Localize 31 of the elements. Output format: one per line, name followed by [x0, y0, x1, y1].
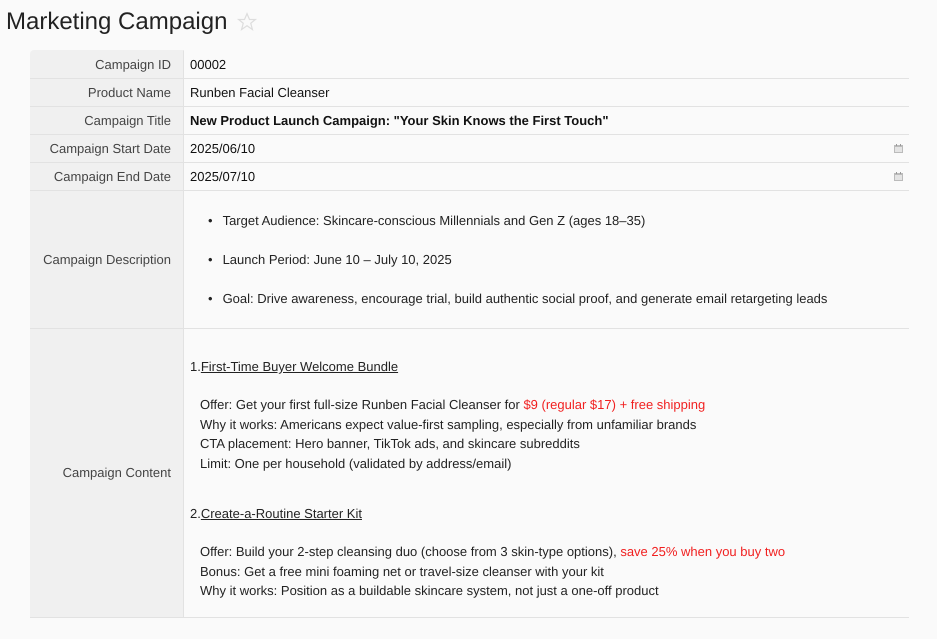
field-label: Campaign Title: [84, 113, 171, 128]
content-line: Offer: Build your 2-step cleansing duo (choose from 3 skin-type options), save 25% when you buy two: [199, 542, 786, 561]
bullet-marker: •: [208, 290, 213, 308]
field-value: Runben Facial Cleanser: [190, 85, 330, 100]
field-label: Campaign Content: [62, 465, 171, 480]
field-label: Campaign Description: [43, 252, 171, 267]
field-label: Campaign End Date: [54, 169, 171, 184]
section-heading: 2.Create-a-Routine Starter Kit: [190, 504, 363, 523]
content-line: Offer: Get your first full-size Runben Facial Cleanser for $9 (regular $17) + free shipping: [199, 396, 706, 414]
date-value: 2025/06/10: [190, 141, 256, 156]
field-value: New Product Launch Campaign: "Your Skin Knows the First Touch": [190, 113, 608, 128]
bullet-item: Target Audience: Skincare-conscious Millennials and Gen Z (ages 18–35): [222, 212, 646, 230]
bullet-marker: •: [208, 251, 213, 269]
field-label: Campaign Start Date: [50, 141, 171, 156]
content-line: Limit: One per household (validated by address/email): [199, 455, 512, 474]
content-line: Why it works: Americans expect value-first sampling, especially from unfamiliar brands: [199, 416, 698, 434]
bullet-item: Launch Period: June 10 – July 10, 2025: [222, 251, 452, 269]
bullet-marker: •: [208, 212, 213, 230]
content-line: Why it works: Position as a buildable skincare system, not just a one-off product: [199, 582, 660, 600]
field-label: Product Name: [88, 85, 171, 100]
star-icon[interactable]: [237, 12, 258, 32]
content-line: Bonus: Get a free mini foaming net or travel-size cleanser with your kit: [199, 562, 605, 581]
field-value: 00002: [190, 57, 226, 72]
field-label: Campaign ID: [95, 57, 171, 72]
calendar-icon[interactable]: [894, 144, 903, 153]
bullet-item: Goal: Drive awareness, encourage trial, build authentic social proof, and generate email retargeting leads: [222, 290, 828, 308]
content-line: CTA placement: Hero banner, TikTok ads, and skincare subreddits: [199, 435, 581, 454]
date-value: 2025/07/10: [190, 169, 256, 184]
section-heading: 1.First-Time Buyer Welcome Bundle: [190, 358, 400, 376]
page-title: Marketing Campaign: [6, 8, 228, 36]
calendar-icon[interactable]: [894, 172, 903, 181]
